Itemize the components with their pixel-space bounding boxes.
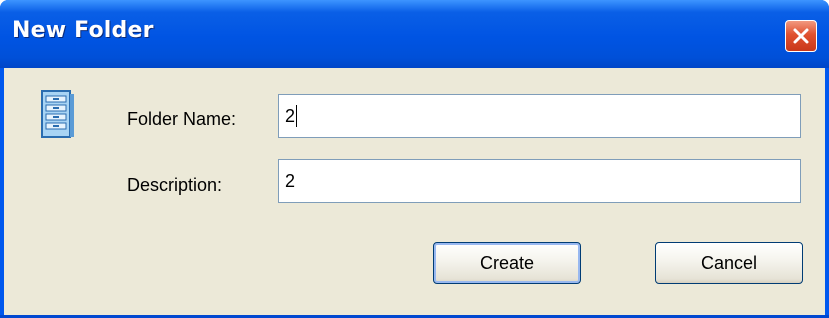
create-button-label: Create [479,252,535,273]
description-label: Description: [127,175,223,195]
create-button[interactable]: Create [433,242,581,284]
folder-name-label: Folder Name: [127,109,237,129]
dialog-body: Folder Name: 2 Description: 2 Create Can… [4,68,825,315]
description-input[interactable]: 2 [278,159,801,203]
cancel-button[interactable]: Cancel [655,242,803,284]
window-title: New Folder [12,18,154,43]
description-value: 2 [285,171,296,191]
close-icon [793,28,809,44]
cancel-button-label: Cancel [700,252,758,273]
title-bar[interactable]: New Folder [0,0,829,68]
folder-name-value: 2 [285,106,296,126]
folder-name-input[interactable]: 2 [278,94,801,138]
new-folder-dialog: New Folder Folder Name: 2 Description: 2 [0,0,829,318]
close-button[interactable] [785,20,817,52]
text-caret [296,105,298,127]
file-cabinet-icon [41,90,74,138]
